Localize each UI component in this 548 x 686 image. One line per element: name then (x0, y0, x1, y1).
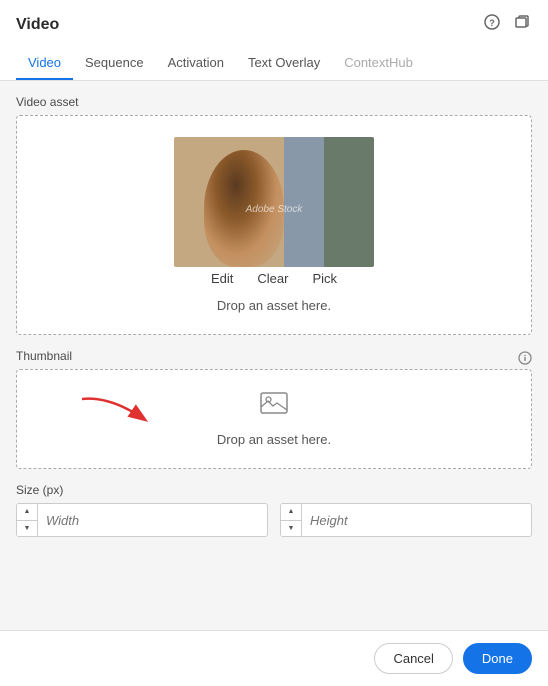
height-field: ▲ ▼ (280, 503, 532, 537)
width-field: ▲ ▼ (16, 503, 268, 537)
width-up-button[interactable]: ▲ (17, 504, 37, 521)
height-spinner: ▲ ▼ (281, 504, 302, 536)
window-icon[interactable] (512, 12, 532, 37)
size-inputs: ▲ ▼ ▲ ▼ (16, 503, 532, 537)
height-down-button[interactable]: ▼ (281, 521, 301, 537)
tab-video[interactable]: Video (16, 45, 73, 80)
video-asset-section: Video asset Edit Clear Pick Drop an asse… (16, 95, 532, 335)
footer: Cancel Done (0, 630, 548, 686)
thumbnail-info-icon[interactable] (518, 351, 532, 368)
size-section: Size (px) ▲ ▼ ▲ ▼ (16, 483, 532, 537)
dialog-title: Video (16, 16, 59, 34)
tab-text-overlay[interactable]: Text Overlay (236, 45, 332, 80)
width-spinner: ▲ ▼ (17, 504, 38, 536)
main-content: Video asset Edit Clear Pick Drop an asse… (0, 81, 548, 630)
height-input[interactable] (302, 504, 531, 536)
svg-text:?: ? (489, 18, 495, 28)
help-button[interactable]: ? (482, 12, 502, 37)
tab-contexthub: ContextHub (332, 45, 425, 80)
title-bar: Video ? (0, 0, 548, 45)
thumbnail-label: Thumbnail (16, 349, 72, 363)
cancel-button[interactable]: Cancel (374, 643, 452, 674)
tab-bar: Video Sequence Activation Text Overlay C… (0, 45, 548, 81)
tab-sequence[interactable]: Sequence (73, 45, 156, 80)
size-label: Size (px) (16, 483, 532, 497)
image-placeholder-icon (260, 391, 288, 422)
tab-activation[interactable]: Activation (156, 45, 236, 80)
asset-action-buttons: Edit Clear Pick (211, 271, 337, 286)
thumbnail-header: Thumbnail (16, 349, 532, 369)
pick-button[interactable]: Pick (312, 271, 337, 286)
arrow-indicator (72, 389, 162, 449)
thumbnail-dropzone[interactable]: Drop an asset here. (16, 369, 532, 469)
width-down-button[interactable]: ▼ (17, 521, 37, 537)
width-input[interactable] (38, 504, 267, 536)
title-bar-icons: ? (482, 12, 532, 37)
clear-button[interactable]: Clear (257, 271, 288, 286)
video-asset-dropzone[interactable]: Edit Clear Pick Drop an asset here. (16, 115, 532, 335)
height-up-button[interactable]: ▲ (281, 504, 301, 521)
edit-button[interactable]: Edit (211, 271, 233, 286)
video-drop-text: Drop an asset here. (217, 298, 331, 313)
thumbnail-drop-text: Drop an asset here. (217, 432, 331, 447)
video-asset-label: Video asset (16, 95, 532, 109)
done-button[interactable]: Done (463, 643, 532, 674)
video-thumbnail-preview (174, 137, 374, 267)
thumbnail-section: Thumbnail (16, 349, 532, 469)
